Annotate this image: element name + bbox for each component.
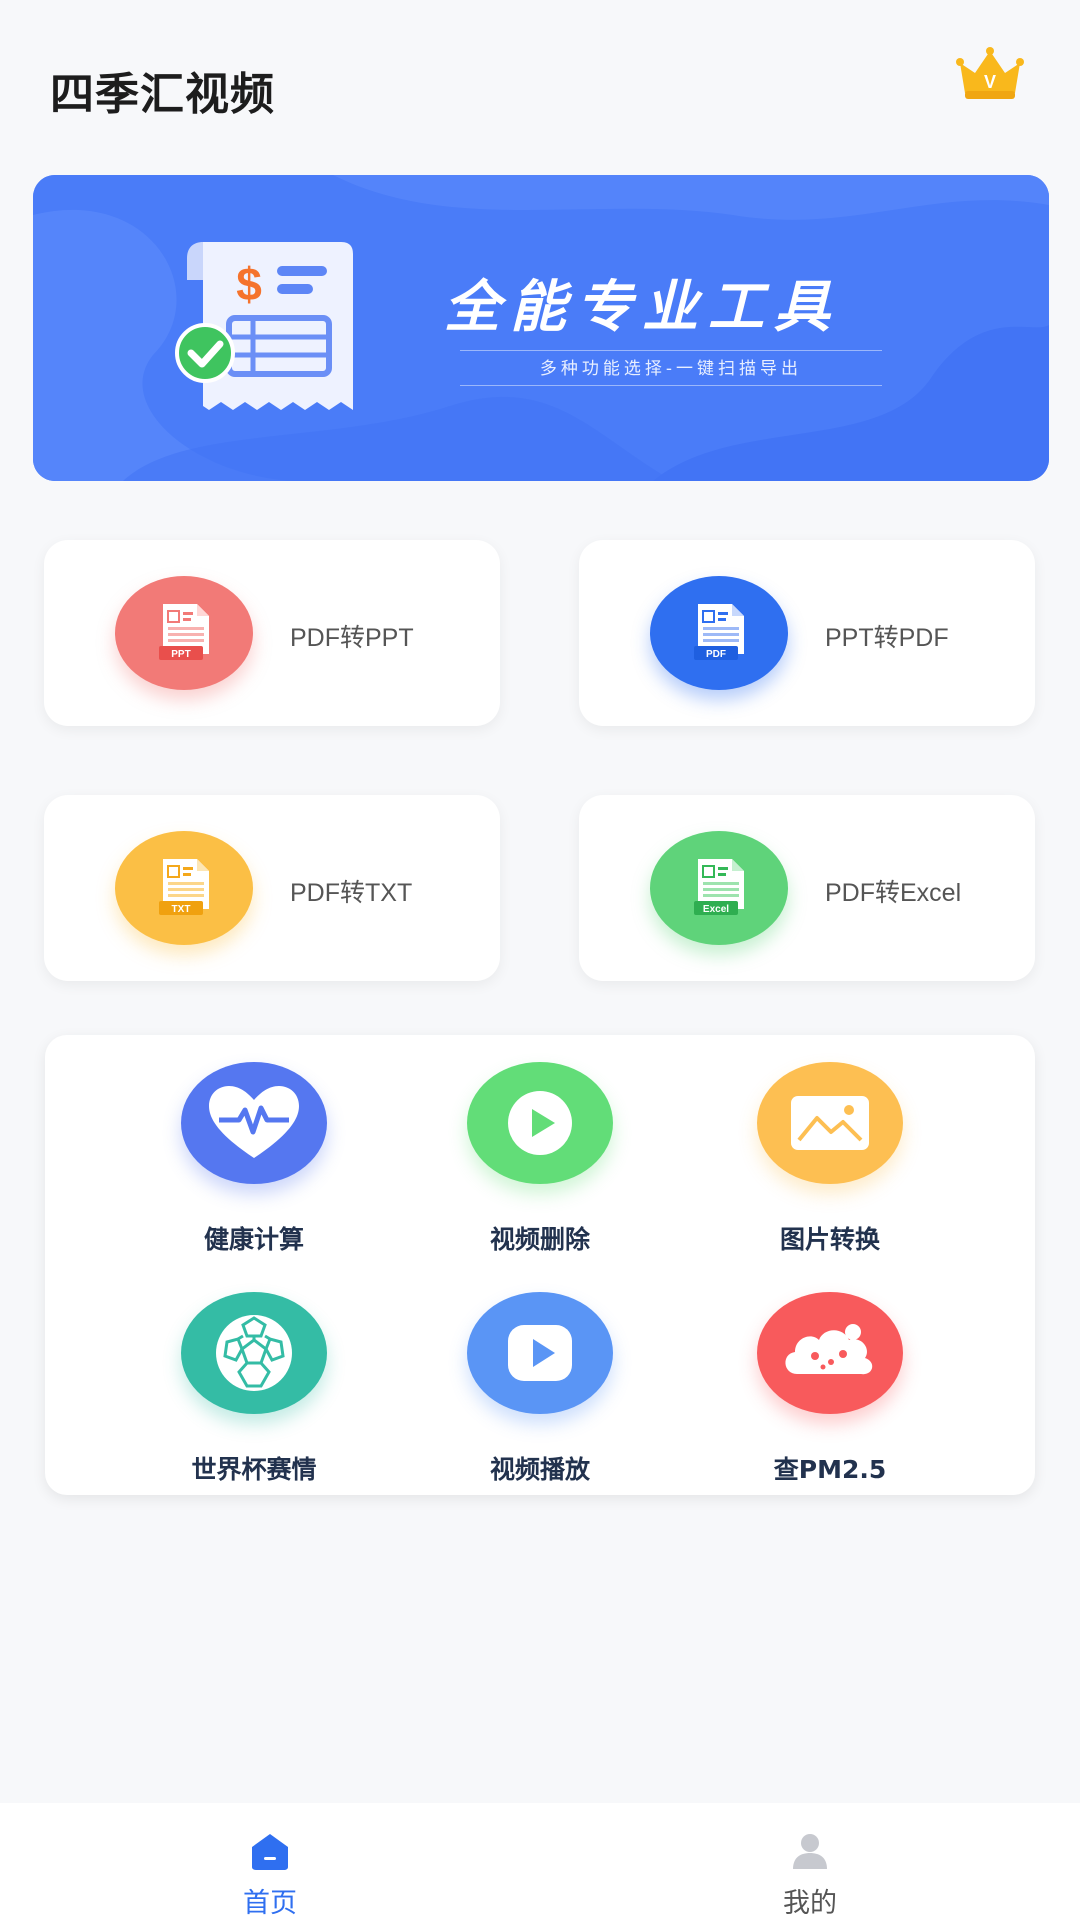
pdf-to-ppt-label: PDF转PPT xyxy=(290,624,414,652)
dollar-icon: $ xyxy=(236,258,262,310)
pdf-to-excel-label: PDF转Excel xyxy=(825,879,962,907)
pdf-to-txt-card[interactable]: TXT PDF转TXT xyxy=(44,795,500,981)
txt-file-icon: TXT xyxy=(159,859,209,915)
video-play-icon xyxy=(508,1325,572,1381)
pm25-tool[interactable]: 查PM2.5 xyxy=(720,1292,940,1492)
play-icon xyxy=(508,1091,572,1155)
svg-text:TXT: TXT xyxy=(172,904,191,915)
health-calc-label: 健康计算 xyxy=(203,1225,304,1254)
vip-letter: V xyxy=(984,72,996,92)
video-delete-label: 视频删除 xyxy=(489,1225,590,1254)
pdf-to-txt-label: PDF转TXT xyxy=(290,879,413,907)
nav-home[interactable]: 首页 xyxy=(170,1803,370,1920)
heart-pulse-icon xyxy=(209,1086,299,1158)
nav-home-label: 首页 xyxy=(243,1888,297,1919)
nav-mine-label: 我的 xyxy=(783,1888,837,1919)
world-cup-label: 世界杯赛情 xyxy=(191,1455,317,1484)
svg-text:PDF: PDF xyxy=(706,649,726,660)
home-icon xyxy=(252,1834,288,1870)
health-calc-tool[interactable]: 健康计算 xyxy=(144,1062,364,1262)
video-delete-tool[interactable]: 视频删除 xyxy=(430,1062,650,1262)
nav-mine[interactable]: 我的 xyxy=(710,1803,910,1920)
pm25-label: 查PM2.5 xyxy=(773,1455,887,1484)
image-convert-label: 图片转换 xyxy=(779,1225,880,1254)
world-cup-tool[interactable]: 世界杯赛情 xyxy=(144,1292,364,1492)
banner-title: 全能专业工具 xyxy=(444,275,840,340)
tools-panel: 健康计算 视频删除 图片转换 世界杯赛情 视频播放 查PM2.5 xyxy=(45,1035,1035,1495)
pdf-file-icon: PDF xyxy=(694,604,744,660)
svg-text:PPT: PPT xyxy=(171,649,190,660)
app-title: 四季汇视频 xyxy=(50,69,275,120)
pdf-to-ppt-card[interactable]: PPT PDF转PPT xyxy=(44,540,500,726)
video-play-tool[interactable]: 视频播放 xyxy=(430,1292,650,1492)
image-icon xyxy=(791,1096,869,1150)
pdf-to-excel-card[interactable]: Excel PDF转Excel xyxy=(579,795,1035,981)
user-icon xyxy=(793,1834,827,1869)
svg-text:Excel: Excel xyxy=(703,904,729,915)
football-icon xyxy=(216,1315,292,1391)
ppt-to-pdf-label: PPT转PDF xyxy=(825,624,949,652)
image-convert-tool[interactable]: 图片转换 xyxy=(720,1062,940,1262)
video-play-label: 视频播放 xyxy=(489,1455,590,1484)
ppt-file-icon: PPT xyxy=(159,604,209,660)
ppt-to-pdf-card[interactable]: PDF PPT转PDF xyxy=(579,540,1035,726)
cloud-icon xyxy=(785,1324,873,1375)
bottom-nav: 首页 我的 xyxy=(0,1803,1080,1920)
banner-subtitle: 多种功能选择-一键扫描导出 xyxy=(460,350,882,386)
receipt-icon: $ xyxy=(175,242,353,410)
crown-icon[interactable]: V xyxy=(955,45,1025,103)
excel-file-icon: Excel xyxy=(694,859,744,915)
